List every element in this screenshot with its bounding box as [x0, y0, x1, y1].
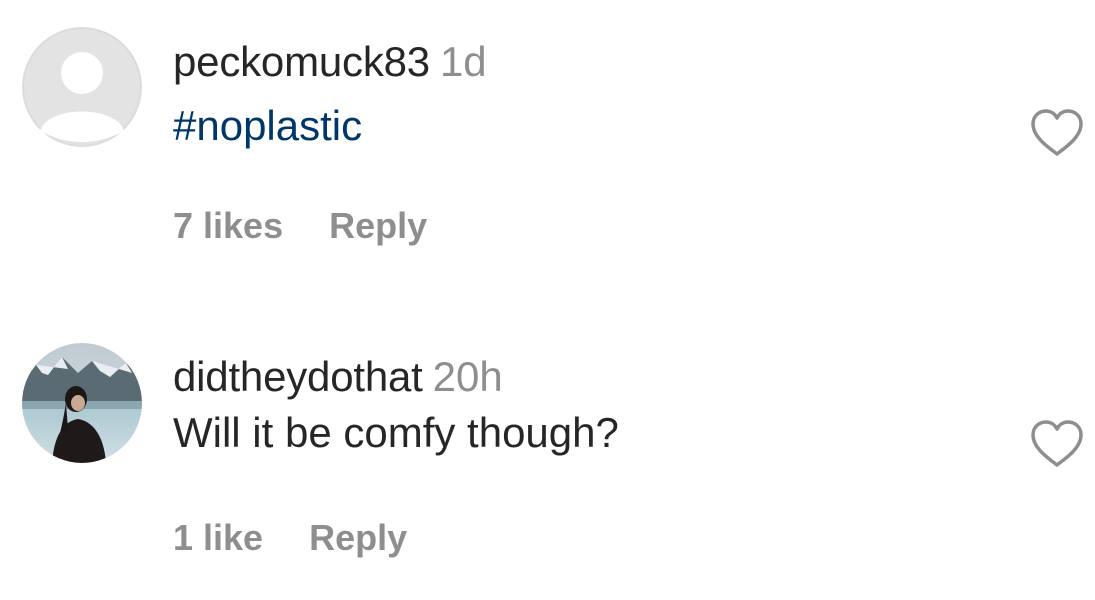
username[interactable]: didtheydothat: [173, 353, 423, 400]
avatar[interactable]: [22, 343, 142, 463]
like-button[interactable]: [1029, 108, 1085, 158]
comment-item: peckomuck83 1d #noplastic 7 likes Reply: [0, 0, 1095, 300]
username[interactable]: peckomuck83: [173, 38, 430, 85]
reply-button[interactable]: Reply: [309, 517, 407, 558]
avatar[interactable]: [22, 27, 142, 147]
reply-button[interactable]: Reply: [329, 205, 427, 246]
like-button[interactable]: [1029, 419, 1085, 469]
comment-actions: 1 like Reply: [173, 516, 407, 560]
comment-text: Will it be comfy though?: [173, 409, 619, 456]
likes-count[interactable]: 7 likes: [173, 205, 283, 246]
profile-photo: [22, 343, 142, 463]
heart-outline-icon: [1031, 420, 1083, 467]
heart-outline-icon: [1031, 109, 1083, 156]
comment-actions: 7 likes Reply: [173, 204, 427, 248]
default-avatar-icon: [22, 27, 142, 147]
comment-body: didtheydothat 20h Will it be comfy though…: [173, 352, 619, 458]
comment-body: peckomuck83 1d #noplastic: [173, 37, 487, 151]
comment-header: peckomuck83 1d: [173, 37, 487, 87]
comment-header: didtheydothat 20h: [173, 352, 619, 402]
timestamp[interactable]: 20h: [433, 353, 503, 400]
likes-count[interactable]: 1 like: [173, 517, 263, 558]
comment-item: didtheydothat 20h Will it be comfy though…: [0, 318, 1095, 600]
timestamp[interactable]: 1d: [440, 38, 487, 85]
comment-hashtag[interactable]: #noplastic: [173, 101, 487, 151]
